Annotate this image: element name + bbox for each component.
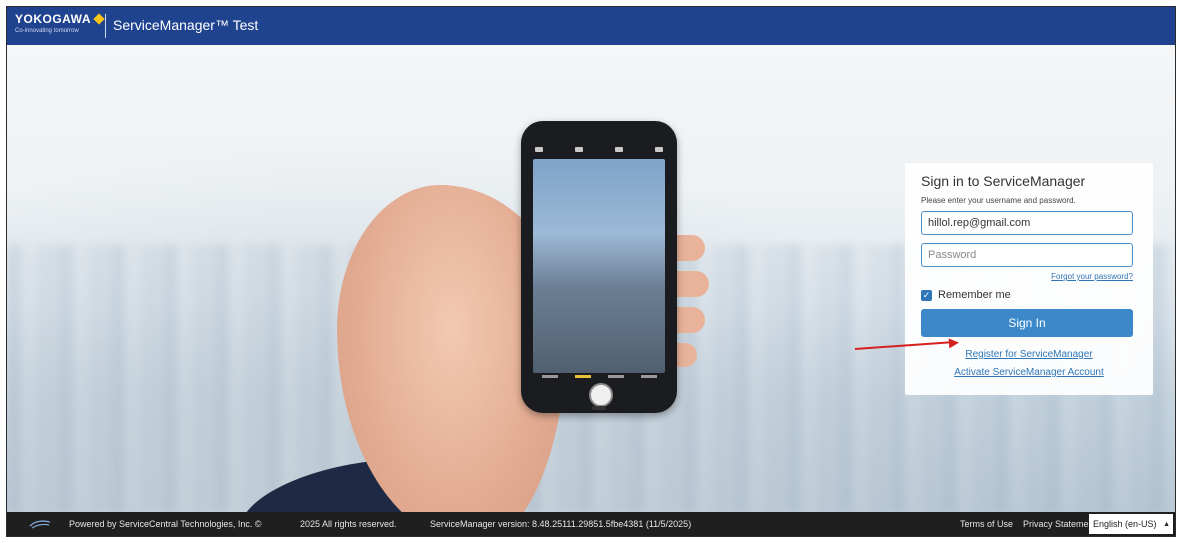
login-subtitle: Please enter your username and password.: [921, 196, 1076, 205]
powered-by-text: Powered by ServiceCentral Technologies, …: [69, 519, 262, 529]
shutter-button-icon: [589, 383, 613, 407]
phone-screen-city-photo: [533, 159, 665, 373]
top-header-bar: YOKOGAWA Co-innovating tomorrow ServiceM…: [7, 7, 1175, 45]
copyright-text: 2025 All rights reserved.: [300, 519, 397, 529]
yokogawa-logo: YOKOGAWA Co-innovating tomorrow: [15, 12, 105, 34]
phone-home-bar: [592, 406, 606, 410]
login-panel: Sign in to ServiceManager Please enter y…: [905, 163, 1153, 395]
checkmark-icon: ✓: [922, 289, 931, 300]
login-title: Sign in to ServiceManager: [921, 173, 1086, 189]
camera-status-icons: [535, 147, 663, 155]
annotation-arrow-head-icon: [948, 337, 960, 349]
caret-up-icon: ▲: [1163, 520, 1170, 528]
remember-me-row[interactable]: ✓ Remember me: [921, 289, 1011, 301]
terms-of-use-link[interactable]: Terms of Use: [960, 519, 1013, 529]
brand-tagline: Co-innovating tomorrow: [15, 28, 79, 34]
app-title: ServiceManager™ Test: [113, 17, 259, 33]
app-window: YOKOGAWA Co-innovating tomorrow ServiceM…: [6, 6, 1176, 537]
header-divider: [105, 14, 106, 38]
yokogawa-diamond-icon: [93, 13, 105, 25]
version-text: ServiceManager version: 8.48.25111.29851…: [430, 519, 692, 529]
password-input[interactable]: [921, 243, 1133, 267]
forgot-password-link[interactable]: Forgot your password?: [1051, 272, 1133, 281]
remember-me-label: Remember me: [938, 289, 1011, 301]
register-link[interactable]: Register for ServiceManager: [905, 349, 1153, 360]
servicecentral-swoosh-icon: [29, 520, 51, 529]
language-selector[interactable]: English (en-US) ▲: [1089, 514, 1173, 534]
smartphone: [521, 121, 677, 413]
username-input[interactable]: [921, 211, 1133, 235]
language-label: English (en-US): [1093, 519, 1157, 529]
activate-account-link[interactable]: Activate ServiceManager Account: [905, 367, 1153, 378]
brand-name: YOKOGAWA: [15, 12, 92, 26]
camera-modes: [533, 375, 665, 383]
sign-in-button[interactable]: Sign In: [921, 309, 1133, 337]
footer-bar: Powered by ServiceCentral Technologies, …: [7, 512, 1175, 536]
remember-me-checkbox[interactable]: ✓: [921, 289, 932, 301]
privacy-statement-link[interactable]: Privacy Statement: [1023, 519, 1096, 529]
